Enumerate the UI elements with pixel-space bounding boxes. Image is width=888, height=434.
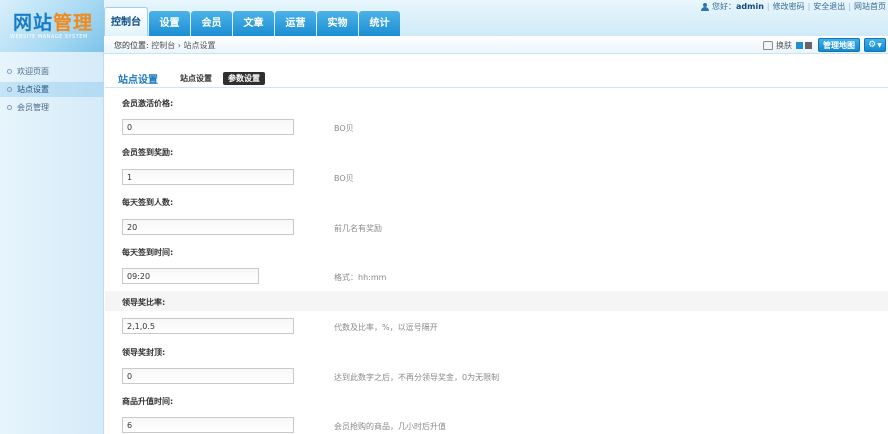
signin-time-input[interactable] [122, 268, 259, 284]
skin-blue-swatch[interactable] [796, 41, 803, 49]
page-title: 站点设置 [118, 75, 158, 86]
main-header: 站点设置 站点设置 参数设置 [105, 68, 888, 88]
username: admin [735, 2, 764, 11]
leader-bonus-ratio-input[interactable] [122, 318, 294, 334]
main-nav: 控制台 设置 会员 文章 运营 实物 统计 [104, 7, 401, 36]
breadcrumb-separator: › [177, 41, 181, 50]
logo-text: 网站管理 [13, 8, 93, 35]
nav-item-dashboard[interactable]: 控制台 [104, 7, 148, 36]
breadcrumb: 您的位置: 控制台 › 站点设置 [114, 40, 216, 51]
field-label: 会员激活价格: [122, 99, 174, 108]
skin-gray-swatch[interactable] [805, 41, 812, 49]
nav-item-stats[interactable]: 统计 [359, 11, 400, 36]
shirt-icon[interactable] [763, 40, 773, 50]
nav-item-operations[interactable]: 运营 [275, 11, 316, 36]
field-hint: BO贝 [334, 124, 354, 133]
breadcrumb-item-dashboard[interactable]: 控制台 [151, 41, 175, 50]
field-hint: BO贝 [334, 174, 354, 183]
field-hint: 代数及比率，%，以逗号隔开 [334, 323, 438, 332]
header: 网站管理 WEBSITE MANAGE SYSTEM 控制台 设置 会员 文章 … [0, 0, 888, 52]
field-label: 每天签到人数: [122, 198, 174, 207]
sidebar-item-members[interactable]: 会员管理 [0, 100, 104, 115]
leader-bonus-cap-input[interactable] [122, 368, 294, 384]
logo-part1: 网站 [13, 12, 54, 34]
divider: | [848, 2, 851, 11]
greeting: 您好： [711, 2, 736, 11]
topbar: 您好： admin | 修改密码 | 安全退出 | 网站首页 [700, 0, 888, 13]
breadcrumb-item-site-settings: 站点设置 [183, 41, 216, 50]
circle-icon [7, 105, 12, 110]
circle-icon [7, 69, 12, 74]
signin-reward-input[interactable] [122, 169, 294, 185]
gear-icon: ⚙ [868, 40, 877, 50]
sub-bar: 您的位置: 控制台 › 站点设置 换肤 管理地图 ⚙ ▼ [104, 36, 888, 54]
toolbar: 换肤 管理地图 ⚙ ▼ [763, 37, 886, 53]
field-hint: 格式：hh:mm [334, 273, 387, 282]
manage-map-button[interactable]: 管理地图 [818, 38, 860, 52]
divider: | [807, 2, 811, 11]
field-hint: 达到此数字之后，不再分领导奖金，0为无限制 [334, 373, 500, 382]
divider: | [766, 2, 770, 11]
breadcrumb-prefix: 您的位置: [114, 41, 149, 50]
activation-price-input[interactable] [122, 119, 294, 135]
sidebar-item-welcome[interactable]: 欢迎页面 [0, 64, 104, 79]
sidebar-item-site-settings[interactable]: 站点设置 [0, 82, 104, 97]
product-appreciation-time-input[interactable] [122, 417, 294, 433]
tab-parameter-settings[interactable]: 参数设置 [223, 72, 265, 85]
signin-count-input[interactable] [122, 219, 294, 235]
field-label: 会员签到奖励: [122, 148, 174, 157]
logo[interactable]: 网站管理 WEBSITE MANAGE SYSTEM [0, 0, 104, 52]
sidebar: 欢迎页面 站点设置 会员管理 [0, 52, 104, 434]
tab-site-settings[interactable]: 站点设置 [175, 72, 217, 85]
sidebar-item-label: 站点设置 [17, 85, 49, 94]
change-password-link[interactable]: 修改密码 [773, 1, 805, 12]
nav-item-settings[interactable]: 设置 [149, 11, 190, 36]
sidebar-item-label: 会员管理 [17, 103, 49, 112]
nav-item-goods[interactable]: 实物 [317, 11, 358, 36]
nav-item-members[interactable]: 会员 [191, 11, 232, 36]
field-label: 领导奖比率: [122, 298, 166, 307]
site-home-link[interactable]: 网站首页 [854, 1, 886, 12]
row-band [105, 291, 888, 311]
field-hint: 前几名有奖励 [334, 224, 382, 233]
settings-dropdown-button[interactable]: ⚙ ▼ [864, 38, 886, 52]
user-icon [700, 2, 709, 11]
nav-item-articles[interactable]: 文章 [233, 11, 274, 36]
logo-part2: 管理 [53, 12, 94, 34]
logout-link[interactable]: 安全退出 [813, 1, 845, 12]
main-content: 站点设置 站点设置 参数设置 会员激活价格: BO贝 会员签到奖励: BO贝 每… [105, 55, 888, 434]
field-label: 领导奖封顶: [122, 348, 166, 357]
field-label: 每天签到时间: [122, 248, 174, 257]
sidebar-item-label: 欢迎页面 [17, 67, 49, 76]
logo-subtitle: WEBSITE MANAGE SYSTEM [10, 34, 88, 40]
field-hint: 会员抢购的商品，几小时后升值 [334, 422, 446, 431]
chevron-down-icon: ▼ [877, 41, 882, 49]
circle-icon [7, 87, 12, 92]
skin-label[interactable]: 换肤 [776, 40, 792, 51]
field-label: 商品升值时间: [122, 397, 174, 406]
